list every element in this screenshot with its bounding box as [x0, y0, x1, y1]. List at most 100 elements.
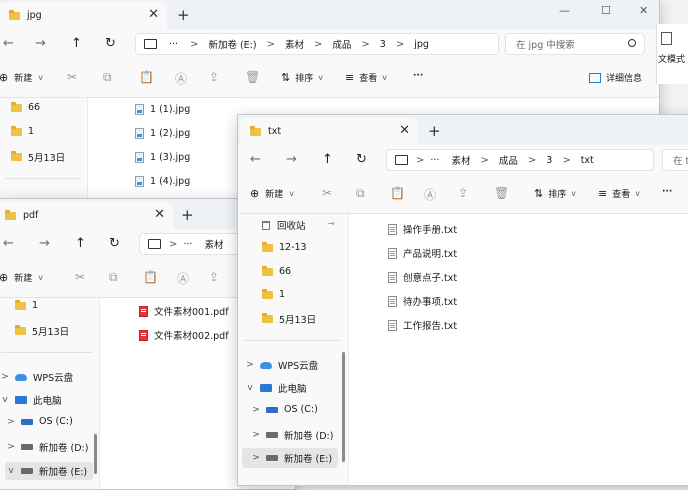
file-item[interactable]: 文件素材001.pdf — [139, 304, 229, 318]
chevron-right-icon[interactable]: > — [0, 372, 11, 382]
tab-jpg[interactable]: jpg ✕ — [0, 2, 167, 29]
nav-this-pc[interactable]: v 此电脑 — [244, 381, 306, 395]
nav-folder-66[interactable]: 66 — [11, 101, 40, 113]
nav-drive-e[interactable]: v 新加卷 (E:) — [5, 462, 93, 480]
file-item[interactable]: 待办事项.txt — [388, 294, 457, 308]
nav-wps-cloud[interactable]: > WPS云盘 — [244, 358, 318, 372]
minimize-icon[interactable]: — — [559, 4, 570, 17]
rename-icon[interactable]: Ⓐ — [175, 70, 187, 87]
nav-this-pc[interactable]: v 此电脑 — [0, 393, 61, 407]
nav-folder-66[interactable]: 66 — [262, 265, 291, 277]
nav-scrollbar[interactable] — [342, 352, 345, 462]
nav-drive-c[interactable]: > OS (C:) — [5, 416, 73, 427]
new-tab-icon[interactable]: + — [177, 6, 190, 24]
copy-icon[interactable]: ⧉ — [109, 270, 118, 285]
up-icon[interactable]: ↑ — [75, 236, 86, 251]
refresh-icon[interactable]: ↻ — [105, 36, 116, 51]
delete-icon[interactable]: 🗑 — [245, 70, 260, 84]
more-crumbs[interactable]: ··· — [169, 39, 178, 50]
file-item[interactable]: 工作报告.txt — [388, 318, 457, 332]
nav-folder-1[interactable]: 1 — [262, 288, 285, 300]
file-item[interactable]: 1 (1).jpg — [135, 104, 190, 115]
chevron-right-icon[interactable]: > — [250, 430, 262, 440]
copy-icon[interactable]: ⧉ — [103, 70, 112, 85]
file-item[interactable]: 文件素材002.pdf — [139, 328, 229, 342]
cut-icon[interactable]: ✂ — [67, 70, 77, 84]
nav-folder-may13[interactable]: 5月13日 — [15, 324, 69, 338]
file-item[interactable]: 创意点子.txt — [388, 270, 457, 284]
nav-wps-cloud[interactable]: > WPS云盘 — [0, 370, 73, 384]
search-input[interactable]: 在 t — [662, 149, 688, 171]
pin-icon[interactable]: ⊸ — [328, 219, 335, 228]
forward-icon[interactable]: → — [39, 236, 50, 251]
share-icon[interactable]: ⇪ — [209, 270, 219, 284]
new-tab-icon[interactable]: + — [428, 122, 441, 140]
crumb-sucai[interactable]: 素材 — [451, 153, 470, 167]
view-button[interactable]: ≡ 查看 v — [345, 71, 387, 84]
crumb-drive[interactable]: 新加卷 (E:) — [208, 37, 256, 51]
breadcrumb[interactable]: > ··· 素材 > 成品 > 3 > txt — [386, 149, 654, 171]
crumb-jpg[interactable]: jpg — [414, 39, 429, 50]
back-icon[interactable]: ← — [250, 152, 261, 167]
close-tab-icon[interactable]: ✕ — [154, 207, 165, 222]
nav-folder-1[interactable]: 1 — [11, 125, 34, 137]
forward-icon[interactable]: → — [35, 36, 46, 51]
nav-recycle-bin[interactable]: 回收站 — [262, 218, 306, 232]
more-options-button[interactable]: ··· — [413, 71, 423, 81]
share-icon[interactable]: ⇪ — [458, 186, 468, 200]
back-icon[interactable]: ← — [3, 236, 14, 251]
mode-label[interactable]: 文模式 — [658, 52, 685, 65]
nav-drive-d[interactable]: > 新加卷 (D:) — [250, 428, 333, 442]
crumb-chengpin[interactable]: 成品 — [499, 153, 518, 167]
sort-button[interactable]: ⇅ 排序 v — [534, 187, 576, 200]
tab-txt[interactable]: txt ✕ — [240, 118, 418, 145]
nav-folder-may13[interactable]: 5月13日 — [11, 150, 65, 164]
up-icon[interactable]: ↑ — [71, 36, 82, 51]
back-icon[interactable]: ← — [3, 36, 14, 51]
chevron-right-icon[interactable]: > — [244, 360, 256, 370]
refresh-icon[interactable]: ↻ — [109, 236, 120, 251]
chevron-down-icon[interactable]: v — [5, 466, 17, 476]
new-tab-icon[interactable]: + — [181, 206, 194, 224]
nav-drive-c[interactable]: > OS (C:) — [250, 404, 318, 415]
file-item[interactable]: 1 (3).jpg — [135, 152, 190, 163]
chevron-right-icon[interactable]: > — [5, 417, 17, 427]
nav-drive-e[interactable]: > 新加卷 (E:) — [242, 448, 338, 468]
close-tab-icon[interactable]: ✕ — [399, 123, 410, 138]
paste-icon[interactable]: 📋 — [139, 70, 154, 84]
file-item[interactable]: 1 (4).jpg — [135, 176, 190, 187]
refresh-icon[interactable]: ↻ — [356, 152, 367, 167]
close-tab-icon[interactable]: ✕ — [148, 7, 159, 22]
more-crumbs[interactable]: ··· — [183, 239, 192, 250]
paste-icon[interactable]: 📋 — [390, 186, 405, 200]
cut-icon[interactable]: ✂ — [322, 186, 332, 200]
crumb-sucai[interactable]: 素材 — [204, 237, 223, 251]
nav-folder-1[interactable]: 1 — [15, 299, 38, 311]
nav-scrollbar[interactable] — [94, 434, 97, 474]
chevron-right-icon[interactable]: > — [5, 442, 17, 452]
copy-icon[interactable]: ⧉ — [356, 186, 365, 201]
new-button[interactable]: ⊕ 新建 v — [250, 187, 294, 200]
crumb-txt[interactable]: txt — [581, 155, 594, 166]
chevron-down-icon[interactable]: v — [0, 395, 11, 405]
view-button[interactable]: ≡ 查看 v — [598, 187, 640, 200]
search-input[interactable]: 在 jpg 中搜索 — [505, 33, 645, 55]
crumb-3[interactable]: 3 — [546, 155, 552, 166]
delete-icon[interactable]: 🗑 — [494, 186, 509, 200]
file-item[interactable]: 产品说明.txt — [388, 246, 457, 260]
crumb-sucai[interactable]: 素材 — [285, 37, 304, 51]
tab-pdf[interactable]: pdf ✕ — [0, 202, 173, 229]
up-icon[interactable]: ↑ — [322, 152, 333, 167]
chevron-right-icon[interactable]: > — [250, 405, 262, 415]
more-options-button[interactable]: ··· — [662, 187, 672, 197]
crumb-3[interactable]: 3 — [380, 39, 386, 50]
details-button[interactable]: 详细信息 — [589, 71, 642, 84]
more-crumbs[interactable]: ··· — [430, 155, 439, 166]
nav-folder-12-13[interactable]: 12-13 — [262, 241, 307, 253]
chevron-right-icon[interactable]: > — [250, 453, 262, 463]
cut-icon[interactable]: ✂ — [75, 270, 85, 284]
paste-icon[interactable]: 📋 — [143, 270, 158, 284]
file-item[interactable]: 操作手册.txt — [388, 222, 457, 236]
maximize-icon[interactable]: ☐ — [601, 4, 611, 17]
rename-icon[interactable]: Ⓐ — [177, 270, 189, 287]
